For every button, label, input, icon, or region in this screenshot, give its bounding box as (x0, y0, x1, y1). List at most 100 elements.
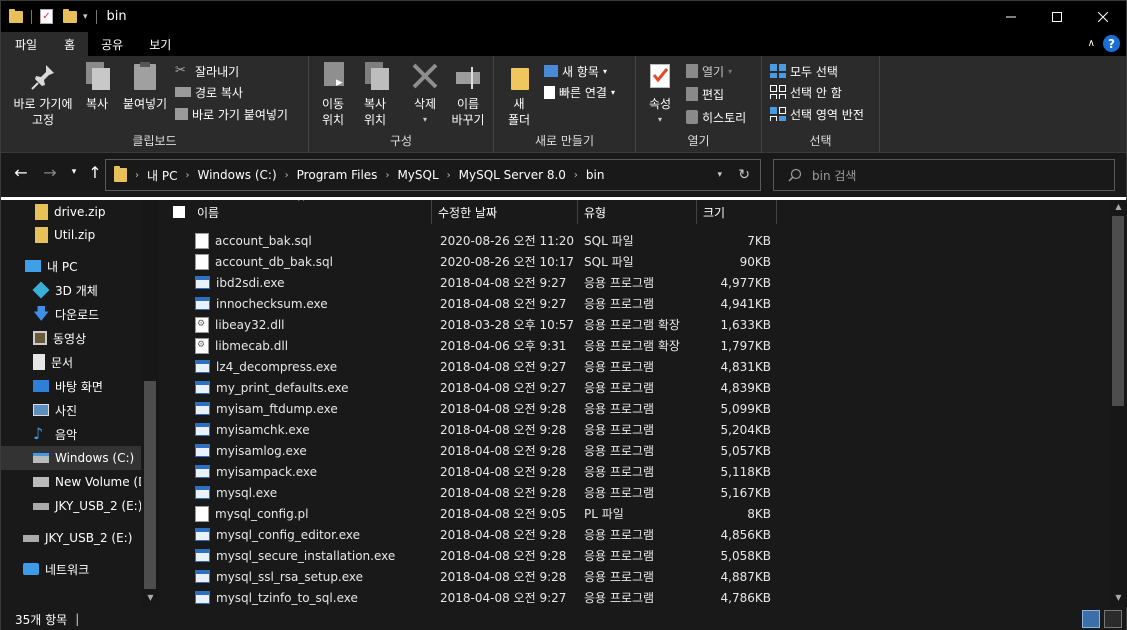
application-icon (195, 486, 210, 499)
history-button[interactable]: 히스토리 (686, 107, 746, 127)
paste-button[interactable]: 붙여넣기 (120, 62, 170, 112)
recent-locations-button[interactable]: ▾ (63, 167, 85, 177)
nav-item-network[interactable]: 네트워크 (1, 557, 141, 581)
file-row[interactable]: myisam_ftdump.exe 2018-04-08 오전 9:28 응용 프로… (161, 398, 1110, 419)
paste-shortcut-button[interactable]: 바로 가기 붙여넣기 (175, 104, 288, 124)
forward-button[interactable]: → (39, 163, 61, 182)
new-item-button[interactable]: 새 항목 ▾ (544, 61, 607, 81)
column-header-date[interactable]: 수정한 날짜 (432, 200, 578, 224)
breadcrumb-bin[interactable]: bin (586, 168, 605, 182)
large-icons-view-button[interactable] (1104, 610, 1122, 628)
file-list-scroll-thumb[interactable] (1112, 216, 1124, 406)
file-date: 2018-04-08 오전 9:28 (440, 570, 567, 584)
address-bar[interactable]: › 내 PC › Windows (C:) › Program Files › … (105, 159, 761, 191)
column-header-size[interactable]: 크기 (697, 200, 777, 224)
copy-to-button[interactable]: 복사 위치 (355, 62, 395, 128)
nav-pane-scroll-thumb[interactable] (144, 381, 156, 589)
scroll-up-icon[interactable]: ▲ (1110, 202, 1127, 211)
video-icon (33, 331, 47, 345)
maximize-button[interactable] (1034, 1, 1080, 32)
easy-access-button[interactable]: 빠른 연결 ▾ (544, 82, 615, 102)
file-row[interactable]: mysql_ssl_rsa_setup.exe 2018-04-08 오전 9:2… (161, 566, 1110, 587)
rename-button[interactable]: 이름 바꾸기 (449, 62, 487, 128)
file-row[interactable]: myisampack.exe 2018-04-08 오전 9:28 응용 프로그램 5… (161, 461, 1110, 482)
file-row[interactable]: libmecab.dll 2018-04-06 오후 9:31 응용 프로그램 확장… (161, 335, 1110, 356)
nav-item-pictures[interactable]: 사진 (1, 398, 141, 422)
select-all-icon (770, 64, 786, 78)
file-row[interactable]: mysql_config_editor.exe 2018-04-08 오전 9:2… (161, 524, 1110, 545)
move-to-button[interactable]: ▸ 이동 위치 (315, 62, 351, 128)
copy-button[interactable]: 복사 (81, 62, 113, 112)
nav-item-documents[interactable]: 문서 (1, 350, 141, 374)
edit-button[interactable]: 편집 (686, 84, 724, 104)
nav-item-music[interactable]: ♪ 음악 (1, 422, 141, 446)
customize-toolbar-icon[interactable]: ▾ (83, 12, 88, 22)
breadcrumb-program-files[interactable]: Program Files (297, 168, 378, 182)
tab-view[interactable]: 보기 (136, 32, 184, 56)
nav-item-usb-e-root[interactable]: JKY_USB_2 (E:) (1, 526, 141, 550)
file-row[interactable]: mysql_secure_installation.exe 2018-04-08 … (161, 545, 1110, 566)
collapse-ribbon-icon[interactable]: ∧ (1088, 38, 1095, 49)
breadcrumb-mysql-server[interactable]: MySQL Server 8.0 (459, 168, 566, 182)
column-header-type[interactable]: 유형 (578, 200, 697, 224)
breadcrumb-my-pc[interactable]: 내 PC (147, 167, 177, 184)
refresh-icon[interactable]: ↻ (738, 167, 750, 183)
nav-item-util-zip[interactable]: Util.zip (1, 223, 141, 247)
nav-item-downloads[interactable]: 🡇 다운로드 (1, 302, 141, 326)
search-box[interactable]: bin 검색 (773, 159, 1115, 191)
nav-item-new-volume-d[interactable]: New Volume (D (1, 470, 141, 494)
file-row[interactable]: my_print_defaults.exe 2018-04-08 오전 9:27 응… (161, 377, 1110, 398)
nav-item-drive-zip[interactable]: drive.zip (1, 200, 141, 224)
select-group: 모두 선택 선택 안 함 선택 영역 반전 선택 (762, 56, 880, 153)
properties-icon[interactable]: ✓ (40, 9, 53, 24)
scroll-down-icon[interactable]: ▼ (142, 593, 159, 602)
copy-path-button[interactable]: 경로 복사 (175, 82, 243, 102)
tab-share[interactable]: 공유 (88, 32, 136, 56)
file-row[interactable]: libeay32.dll 2018-03-28 오후 10:57 응용 프로그램 확… (161, 314, 1110, 335)
nav-item-label: 다운로드 (55, 307, 100, 322)
close-button[interactable] (1080, 1, 1126, 32)
select-all-checkbox[interactable] (173, 206, 185, 218)
file-row[interactable]: account_db_bak.sql 2020-08-26 오전 10:17 SQL… (161, 251, 1110, 272)
file-row[interactable]: myisamchk.exe 2018-04-08 오전 9:28 응용 프로그램 5,… (161, 419, 1110, 440)
file-row[interactable]: account_bak.sql 2020-08-26 오전 11:20 SQL 파일… (161, 230, 1110, 251)
file-row[interactable]: lz4_decompress.exe 2018-04-08 오전 9:27 응용 프… (161, 356, 1110, 377)
file-row[interactable]: ibd2sdi.exe 2018-04-08 오전 9:27 응용 프로그램 4,97… (161, 272, 1110, 293)
address-dropdown-icon[interactable]: ▾ (717, 170, 722, 180)
nav-item-3d-objects[interactable]: 3D 개체 (1, 278, 141, 302)
up-button[interactable]: ↑ (84, 163, 106, 182)
select-none-label: 선택 안 함 (790, 85, 842, 100)
back-button[interactable]: ← (10, 163, 32, 182)
file-row[interactable]: myisamlog.exe 2018-04-08 오전 9:28 응용 프로그램 5,… (161, 440, 1110, 461)
help-icon[interactable]: ? (1103, 35, 1120, 52)
invert-selection-button[interactable]: 선택 영역 반전 (770, 104, 864, 124)
details-view-button[interactable] (1082, 610, 1100, 628)
cut-button[interactable]: ✂ 잘라내기 (175, 61, 239, 81)
nav-item-windows-c[interactable]: Windows (C:) (1, 446, 141, 470)
delete-button[interactable]: 삭제 ▾ (405, 62, 445, 128)
column-header-name[interactable]: 이름 (161, 200, 432, 224)
scroll-down-icon[interactable]: ▼ (1110, 593, 1127, 602)
select-none-button[interactable]: 선택 안 함 (770, 82, 842, 102)
nav-item-usb-e[interactable]: JKY_USB_2 (E:) (1, 494, 141, 518)
tab-file[interactable]: 파일 (1, 32, 52, 56)
nav-item-videos[interactable]: 동영상 (1, 326, 141, 350)
file-row[interactable]: mysql.exe 2018-04-08 오전 9:28 응용 프로그램 5,167K… (161, 482, 1110, 503)
breadcrumb-windows-c[interactable]: Windows (C:) (197, 168, 276, 182)
file-row[interactable]: mysql_config.pl 2018-04-08 오전 9:05 PL 파일 8K… (161, 503, 1110, 524)
pin-quick-access-button[interactable]: 바로 가기에 고정 (9, 62, 77, 128)
nav-item-my-pc[interactable]: 내 PC (1, 254, 141, 278)
nav-item-desktop[interactable]: 바탕 화면 (1, 374, 141, 398)
open-label: 열기 (702, 64, 725, 79)
select-all-button[interactable]: 모두 선택 (770, 61, 838, 81)
file-row[interactable]: innochecksum.exe 2018-04-08 오전 9:27 응용 프로그… (161, 293, 1110, 314)
new-folder-button[interactable]: 새 폴더 (502, 62, 536, 128)
minimize-button[interactable] (988, 1, 1034, 32)
tab-home[interactable]: 홈 (51, 32, 89, 56)
file-row[interactable]: mysql_tzinfo_to_sql.exe 2018-04-08 오전 9:2… (161, 587, 1110, 607)
breadcrumb-mysql[interactable]: MySQL (397, 168, 438, 182)
usb-icon (33, 502, 49, 510)
open-button[interactable]: 열기 ▾ (686, 61, 732, 81)
new-folder-icon[interactable] (63, 8, 77, 23)
properties-button[interactable]: 속성 ▾ (644, 62, 676, 128)
